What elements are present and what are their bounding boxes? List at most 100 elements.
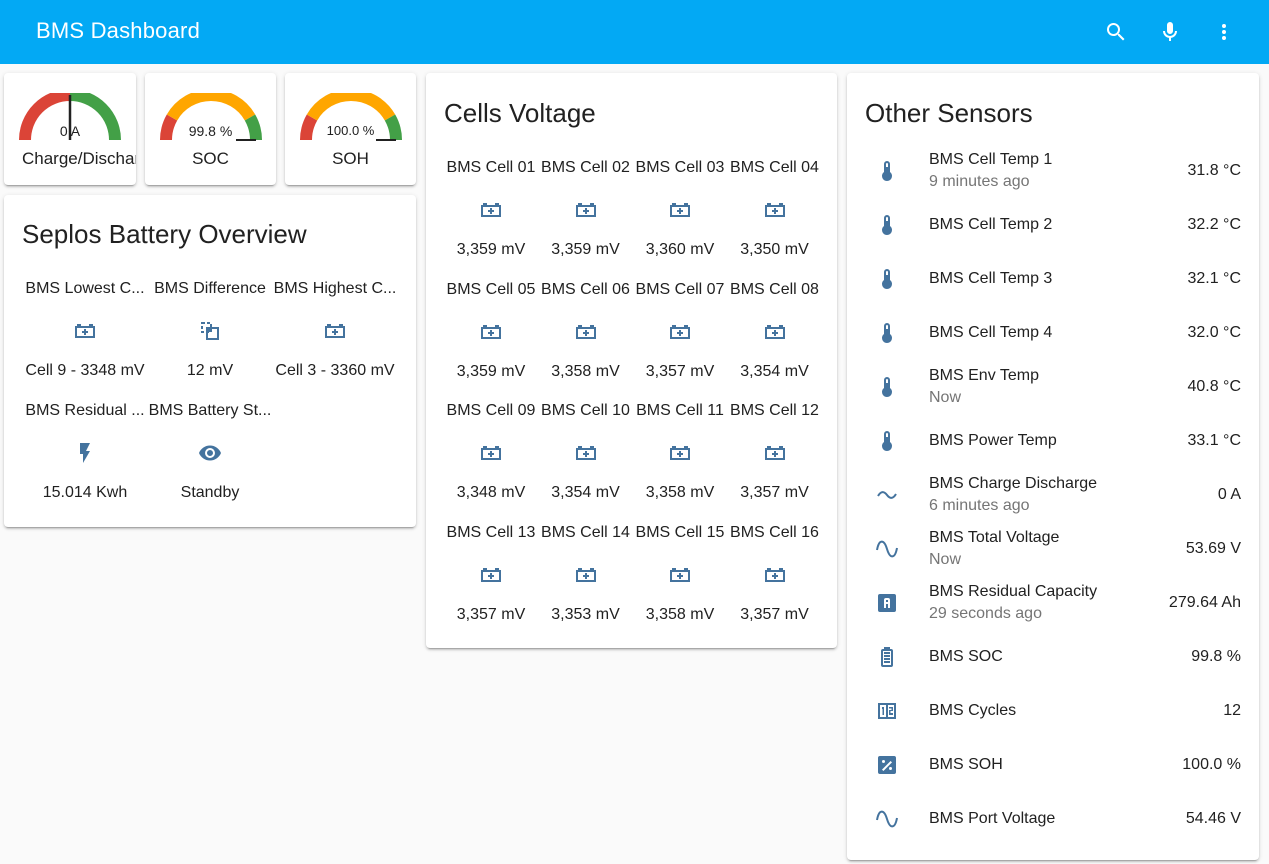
entity-value: 3,359 mV	[456, 362, 526, 380]
cell-entity[interactable]: BMS Cell 13 3,357 mV	[444, 524, 538, 624]
gauge-card-charge[interactable]: 0 A Charge/Discharge	[4, 73, 136, 185]
battery-plus-icon	[670, 446, 690, 460]
entity-residual-energy[interactable]: BMS Residual ... 15.014 Kwh	[22, 402, 148, 502]
cell-entity[interactable]: BMS Cell 02 3,359 mV	[539, 159, 633, 259]
cell-entity[interactable]: BMS Cell 05 3,359 mV	[444, 281, 538, 381]
entity-value: Cell 9 - 3348 mV	[25, 362, 145, 379]
sensor-name: BMS Charge Discharge	[929, 475, 1098, 492]
cell-entity[interactable]: BMS Cell 12 3,357 mV	[728, 402, 822, 502]
entity-name: BMS Cell 04	[730, 159, 819, 176]
sensor-row[interactable]: BMS Total Voltage Now 53.69 V	[847, 522, 1259, 576]
alpha-a-box-icon	[878, 594, 896, 612]
gauge-card-soh[interactable]: 100.0 % SOH	[285, 73, 416, 185]
search-icon[interactable]	[1104, 20, 1128, 44]
sensor-row[interactable]: BMS Env Temp Now 40.8 °C	[847, 360, 1259, 414]
flash-icon	[80, 443, 90, 463]
sensor-row[interactable]: BMS Cycles 12	[847, 684, 1259, 738]
sensor-value: 100.0 %	[1182, 756, 1241, 773]
thermometer-icon	[882, 269, 892, 289]
entity-name: BMS Cell 09	[446, 402, 536, 419]
thermometer-icon	[882, 431, 892, 451]
gauge-value: 0 A	[59, 123, 81, 139]
cell-entity[interactable]: BMS Cell 08 3,354 mV	[728, 281, 822, 381]
battery-icon	[881, 647, 893, 667]
entity-name: BMS Cell 14	[541, 523, 630, 541]
entity-name: BMS Cell 10	[541, 402, 630, 419]
entity-name: BMS Cell 16	[730, 523, 819, 541]
more-vert-icon[interactable]	[1212, 20, 1236, 44]
entity-highest-cell[interactable]: BMS Highest C... Cell 3 - 3360 mV	[272, 280, 398, 380]
thermometer-icon	[882, 161, 892, 181]
sensor-value: 53.69 V	[1185, 540, 1241, 557]
entity-name: BMS Battery St...	[148, 402, 272, 419]
sensor-value: 12	[1223, 702, 1241, 719]
sensor-row[interactable]: BMS Cell Temp 4 32.0 °C	[847, 306, 1259, 360]
sensor-value: 99.8 %	[1191, 648, 1241, 665]
current-ac-icon	[877, 491, 897, 499]
cell-entity[interactable]: BMS Cell 14 3,353 mV	[539, 524, 633, 624]
sensor-row[interactable]: BMS Cell Temp 1 9 minutes ago 31.8 °C	[847, 144, 1259, 198]
cell-entity[interactable]: BMS Cell 07 3,357 mV	[633, 281, 727, 381]
sensor-name: BMS SOH	[929, 756, 1003, 773]
battery-plus-icon	[481, 324, 501, 339]
numeric-box-icon	[878, 703, 896, 719]
cell-entity[interactable]: BMS Cell 03 3,360 mV	[633, 159, 727, 259]
sensor-row[interactable]: BMS Charge Discharge 6 minutes ago 0 A	[847, 468, 1259, 522]
entity-value: 3,358 mV	[645, 605, 715, 623]
sensor-row[interactable]: BMS Cell Temp 3 32.1 °C	[847, 252, 1259, 306]
entity-name: BMS Residual ...	[25, 402, 145, 419]
entity-value: 3,354 mV	[740, 362, 809, 380]
entity-battery-state[interactable]: BMS Battery St... Standby	[148, 402, 272, 502]
entity-value: 3,357 mV	[740, 484, 809, 501]
sensor-name: BMS Port Voltage	[929, 810, 1056, 827]
battery-plus-icon	[764, 324, 785, 339]
entity-value: 12 mV	[186, 362, 234, 379]
battery-plus-icon	[670, 324, 690, 339]
sensor-row[interactable]: BMS SOC 99.8 %	[847, 630, 1259, 684]
entity-name: BMS Cell 08	[730, 280, 819, 298]
sensor-row[interactable]: BMS Power Temp 33.1 °C	[847, 414, 1259, 468]
entity-value: 3,350 mV	[740, 241, 809, 258]
cell-entity[interactable]: BMS Cell 06 3,358 mV	[539, 281, 633, 381]
sensor-name: BMS SOC	[929, 648, 1003, 665]
sensor-last-changed: 6 minutes ago	[929, 497, 1030, 514]
eye-icon	[199, 445, 221, 461]
entity-name: BMS Difference	[154, 280, 266, 297]
sensor-value: 54.46 V	[1185, 810, 1241, 827]
gauge-name: Charge/Discharge	[22, 149, 136, 168]
entity-name: BMS Cell 05	[446, 280, 536, 298]
cell-entity[interactable]: BMS Cell 11 3,358 mV	[633, 402, 727, 502]
sensor-value: 33.1 °C	[1187, 432, 1241, 449]
sensor-row[interactable]: BMS SOH 100.0 %	[847, 738, 1259, 792]
battery-plus-icon	[575, 446, 596, 460]
card-title: Other Sensors	[865, 98, 1033, 128]
entity-value: 3,359 mV	[456, 241, 526, 258]
sensor-last-changed: Now	[929, 551, 962, 568]
entity-value: 3,353 mV	[551, 605, 620, 623]
cell-entity[interactable]: BMS Cell 15 3,358 mV	[633, 524, 727, 624]
sensor-row[interactable]: BMS Cell Temp 2 32.2 °C	[847, 198, 1259, 252]
battery-plus-icon	[764, 446, 785, 460]
entity-name: BMS Cell 13	[446, 523, 536, 541]
entity-value: 3,348 mV	[456, 484, 526, 501]
cell-entity[interactable]: BMS Cell 09 3,348 mV	[444, 402, 538, 502]
gauge-name: SOH	[332, 149, 369, 168]
gauge-card-soc[interactable]: 99.8 % SOC	[145, 73, 276, 185]
entity-difference[interactable]: BMS Difference 12 mV	[148, 280, 272, 380]
gauge-value: 100.0 %	[326, 123, 375, 138]
sensor-row[interactable]: BMS Port Voltage 54.46 V	[847, 792, 1259, 846]
battery-plus-icon	[575, 203, 596, 217]
battery-plus-icon	[75, 324, 95, 338]
sensor-row[interactable]: BMS Residual Capacity 29 seconds ago 279.6…	[847, 576, 1259, 630]
gauge-name: SOC	[192, 149, 229, 168]
cell-entity[interactable]: BMS Cell 01 3,359 mV	[444, 159, 538, 259]
cell-entity[interactable]: BMS Cell 10 3,354 mV	[539, 402, 633, 502]
card-title: Seplos Battery Overview	[22, 219, 307, 249]
percent-box-icon	[878, 756, 896, 774]
cell-entity[interactable]: BMS Cell 16 3,357 mV	[728, 524, 822, 624]
battery-plus-icon	[764, 567, 785, 582]
microphone-icon[interactable]	[1158, 20, 1182, 44]
sensor-value: 0 A	[1217, 486, 1241, 503]
cell-entity[interactable]: BMS Cell 04 3,350 mV	[728, 159, 822, 259]
entity-lowest-cell[interactable]: BMS Lowest C... Cell 9 - 3348 mV	[22, 280, 148, 380]
